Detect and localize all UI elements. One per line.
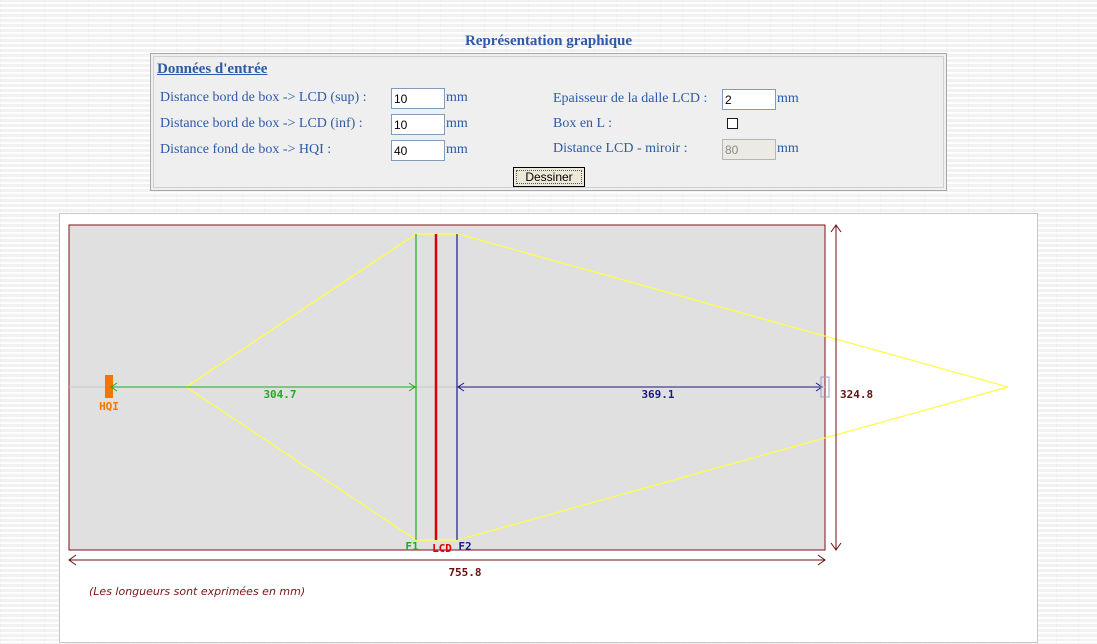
dist-hqi-unit: mm [446,142,468,157]
drawing-canvas: HQI 304.7 369.1 324.8 755.8 F1 LCD F2 (L… [68,224,1009,598]
hqi-label: HQI [99,400,119,413]
dim-width-value: 755.8 [448,566,481,579]
dist-miroir-label: Distance LCD - miroir : [553,141,688,156]
dist-sup-input[interactable] [391,88,445,109]
epaisseur-label: Epaisseur de la dalle LCD : [553,91,708,106]
dist-hqi-label: Distance fond de box -> HQI : [160,142,332,157]
dim-height-value: 324.8 [840,388,873,401]
dist-miroir-input [722,139,776,160]
f2-label: F2 [458,540,471,553]
epaisseur-unit: mm [777,91,799,106]
draw-button[interactable]: Dessiner [513,167,585,187]
units-note: (Les longueurs sont exprimées en mm) [89,585,305,598]
dim-hqi-f1-value: 304.7 [263,388,296,401]
dim-f2-end-value: 369.1 [641,388,674,401]
box-en-l-checkbox[interactable] [727,118,738,129]
input-fieldset: Données d'entrée Distance bord de box ->… [150,53,947,191]
f1-label: F1 [405,540,419,553]
page-title: Représentation graphique [464,33,633,49]
dist-inf-unit: mm [446,116,468,131]
dist-sup-label: Distance bord de box -> LCD (sup) : [160,90,367,105]
epaisseur-input[interactable] [722,89,776,110]
drawing-panel: HQI 304.7 369.1 324.8 755.8 F1 LCD F2 (L… [59,213,1038,643]
dist-inf-input[interactable] [391,114,445,135]
dist-inf-label: Distance bord de box -> LCD (inf) : [160,116,363,131]
fieldset-legend: Données d'entrée [157,61,268,77]
dist-sup-unit: mm [446,90,468,105]
box-en-l-label: Box en L : [553,116,612,131]
lcd-label: LCD [432,542,452,555]
dist-miroir-unit: mm [777,141,799,156]
dist-hqi-input[interactable] [391,140,445,161]
